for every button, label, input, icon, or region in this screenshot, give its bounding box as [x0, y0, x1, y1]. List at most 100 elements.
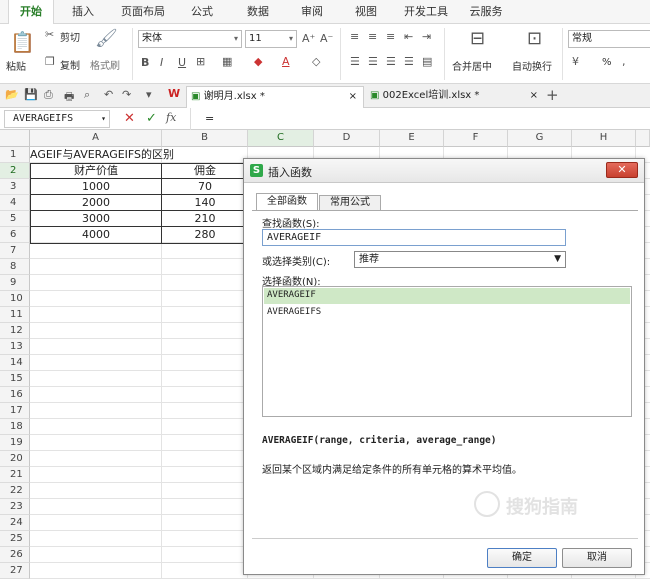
search-input[interactable]: AVERAGEIF [262, 229, 566, 246]
thousands-icon[interactable]: , [622, 55, 626, 68]
save-icon[interactable]: 💾 [24, 88, 38, 101]
shrink-font-icon[interactable]: A⁻ [320, 32, 333, 45]
row-header[interactable]: 10 [0, 291, 30, 307]
column-header[interactable]: B [162, 130, 248, 147]
column-header[interactable]: E [380, 130, 444, 147]
clear-format-icon[interactable]: ◇ [312, 55, 320, 68]
data-cell[interactable]: 140 [162, 195, 248, 211]
row-header[interactable]: 5 [0, 211, 30, 227]
data-cell[interactable]: 3000 [31, 211, 161, 227]
align-right-icon[interactable]: ☰ [386, 55, 396, 68]
chevron-down-icon[interactable]: ▾ [146, 88, 152, 101]
data-cell[interactable]: 1000 [31, 179, 161, 195]
justify-icon[interactable]: ☰ [404, 55, 414, 68]
open-icon[interactable]: 📂 [5, 88, 19, 101]
data-cell[interactable]: 2000 [31, 195, 161, 211]
category-select[interactable]: 推荐 ▼ [354, 251, 566, 268]
new-tab-icon[interactable]: + [546, 86, 559, 104]
ok-button[interactable]: 确定 [487, 548, 557, 568]
row-header[interactable]: 9 [0, 275, 30, 291]
row-header[interactable]: 16 [0, 387, 30, 403]
row-header[interactable]: 11 [0, 307, 30, 323]
tab-formulas[interactable]: 公式 [180, 0, 224, 24]
row-header[interactable]: 7 [0, 243, 30, 259]
data-cell[interactable]: 70 [162, 179, 248, 195]
tab-all-functions[interactable]: 全部函数 [256, 193, 318, 210]
list-item[interactable]: AVERAGEIF [264, 288, 630, 304]
row-header[interactable]: 21 [0, 467, 30, 483]
distributed-icon[interactable]: ▤ [422, 55, 432, 68]
data-cell[interactable]: 280 [162, 227, 248, 243]
row-header[interactable]: 23 [0, 499, 30, 515]
preview-icon[interactable]: ⌕ [84, 88, 90, 102]
indent-decrease-icon[interactable]: ⇤ [404, 30, 413, 43]
merge-border-icon[interactable]: ▦ [222, 55, 232, 68]
format-painter-button[interactable]: 格式刷 [90, 57, 120, 72]
tab-common-formulas[interactable]: 常用公式 [319, 195, 381, 210]
tab-cloud[interactable]: 云服务 [462, 0, 510, 24]
data-cell[interactable]: 210 [162, 211, 248, 227]
print-preview-icon[interactable]: ⎙ [44, 88, 53, 102]
list-item[interactable]: AVERAGEIFS [264, 305, 630, 321]
row-header[interactable]: 17 [0, 403, 30, 419]
tab-review[interactable]: 审阅 [290, 0, 334, 24]
row-header[interactable]: 6 [0, 227, 30, 243]
border-icon[interactable]: ⊞ [196, 55, 205, 68]
merge-center-icon[interactable]: ⊟ [470, 28, 485, 49]
align-bottom-icon[interactable]: ≡ [386, 30, 395, 43]
font-color-icon[interactable]: A [282, 55, 290, 68]
column-header[interactable]: D [314, 130, 380, 147]
row-header[interactable]: 8 [0, 259, 30, 275]
cancel-icon[interactable]: ✕ [124, 111, 135, 126]
fill-color-icon[interactable]: ◆ [254, 55, 262, 68]
row-header[interactable]: 19 [0, 435, 30, 451]
close-icon[interactable]: × [349, 87, 357, 107]
paste-button[interactable]: 粘贴 [6, 58, 26, 73]
name-box[interactable]: AVERAGEIFS ▾ [4, 110, 110, 128]
column-header[interactable]: C [248, 130, 314, 147]
currency-icon[interactable]: ¥ [572, 55, 579, 68]
align-left-icon[interactable]: ☰ [350, 55, 360, 68]
redo-icon[interactable]: ↷ [122, 88, 131, 101]
row-header[interactable]: 1 [0, 147, 30, 163]
tab-insert[interactable]: 插入 [62, 0, 104, 24]
format-painter-icon[interactable]: 🖌 [95, 28, 118, 49]
paste-icon[interactable]: 📋 [10, 30, 35, 54]
cell-a1[interactable]: AGEIF与AVERAGEIFS的区别 [30, 147, 230, 163]
header-cell[interactable]: 财产价值 [31, 163, 161, 179]
column-header[interactable]: F [444, 130, 508, 147]
row-header[interactable]: 3 [0, 179, 30, 195]
font-size-select[interactable]: 11 ▾ [245, 30, 297, 48]
wrap-text-icon[interactable]: ⊡ [527, 28, 542, 49]
merge-center-button[interactable]: 合并居中 [452, 58, 492, 73]
row-header[interactable]: 24 [0, 515, 30, 531]
wrap-text-button[interactable]: 自动换行 [512, 58, 552, 73]
row-header[interactable]: 15 [0, 371, 30, 387]
fx-button[interactable]: fx [166, 111, 176, 124]
row-header[interactable]: 20 [0, 451, 30, 467]
number-format-select[interactable]: 常规 [568, 30, 650, 48]
indent-increase-icon[interactable]: ⇥ [422, 30, 431, 43]
row-header[interactable]: 12 [0, 323, 30, 339]
row-header[interactable]: 26 [0, 547, 30, 563]
font-name-select[interactable]: 宋体 ▾ [138, 30, 242, 48]
row-header[interactable]: 22 [0, 483, 30, 499]
grow-font-icon[interactable]: A⁺ [302, 32, 315, 45]
data-cell[interactable]: 4000 [31, 227, 161, 243]
row-header[interactable]: 25 [0, 531, 30, 547]
percent-button[interactable]: % [602, 57, 612, 68]
align-center-icon[interactable]: ☰ [368, 55, 378, 68]
row-header[interactable]: 14 [0, 355, 30, 371]
bold-icon[interactable]: B [141, 56, 149, 69]
tab-home[interactable]: 开始 [8, 0, 54, 24]
undo-icon[interactable]: ↶ [104, 88, 113, 101]
function-list[interactable]: AVERAGEIF AVERAGEIFS [262, 286, 632, 417]
row-header[interactable]: 18 [0, 419, 30, 435]
column-header[interactable]: G [508, 130, 572, 147]
tab-data[interactable]: 数据 [236, 0, 280, 24]
close-icon[interactable]: × [530, 86, 538, 106]
row-header[interactable]: 4 [0, 195, 30, 211]
column-header[interactable]: A [30, 130, 162, 147]
column-header[interactable]: H [572, 130, 636, 147]
row-header[interactable]: 2 [0, 163, 30, 179]
